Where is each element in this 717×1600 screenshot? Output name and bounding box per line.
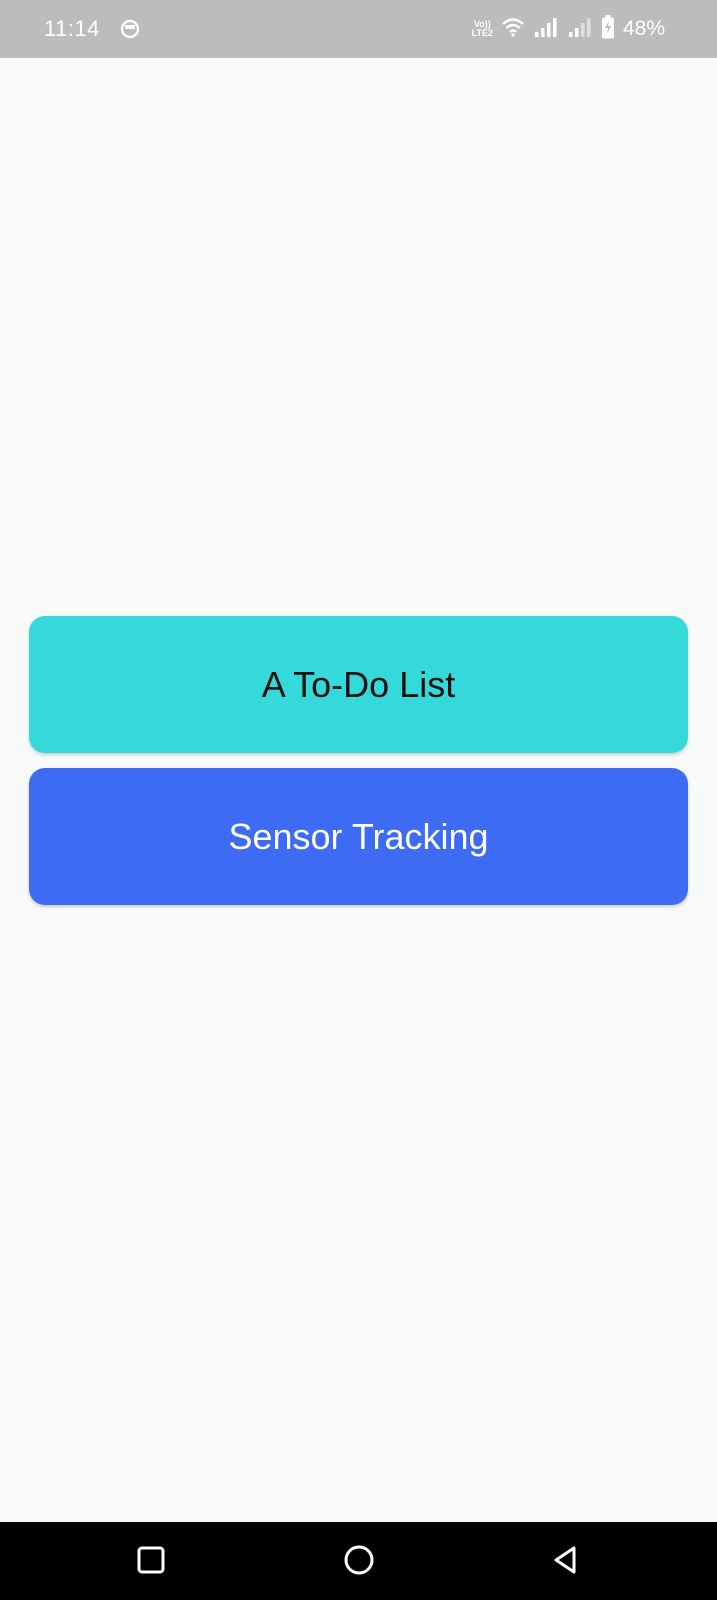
sensor-tracking-button[interactable]: Sensor Tracking — [29, 768, 688, 905]
signal-weak-icon — [567, 16, 593, 43]
home-circle-icon[interactable] — [337, 1538, 381, 1582]
status-bar: 11:14 Vo)) LTE2 48% — [0, 0, 717, 58]
status-icons: Vo)) LTE2 48% — [472, 14, 665, 44]
lte-label: LTE2 — [471, 28, 493, 38]
main-screen: A To-Do List Sensor Tracking — [0, 58, 717, 1522]
battery-percent: 48% — [622, 17, 665, 40]
app-notification-icon — [120, 19, 140, 39]
battery-charging-icon — [601, 14, 615, 44]
recents-square-icon[interactable] — [129, 1538, 173, 1582]
status-time: 11:14 — [44, 16, 100, 41]
navigation-bar — [0, 1522, 717, 1600]
wifi-icon — [501, 16, 525, 43]
back-triangle-icon[interactable] — [543, 1538, 587, 1582]
volte-indicator: Vo)) LTE2 — [472, 20, 493, 38]
todo-list-button[interactable]: A To-Do List — [29, 616, 688, 753]
signal-icon — [533, 16, 559, 43]
